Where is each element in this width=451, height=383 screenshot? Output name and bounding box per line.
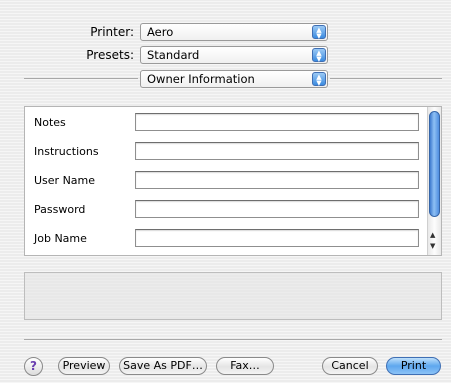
password-label: Password — [34, 203, 86, 216]
section-popup[interactable]: Owner Information ▲ ▼ — [140, 70, 328, 88]
scroll-up-arrow-icon[interactable]: ▲ — [430, 231, 435, 239]
printer-popup[interactable]: Aero ▲ ▼ — [140, 23, 328, 41]
user-name-label: User Name — [34, 174, 96, 187]
presets-popup[interactable]: Standard ▲ ▼ — [140, 46, 328, 64]
password-field[interactable] — [135, 200, 419, 218]
panel-scrollbar[interactable]: ▲ ▼ — [427, 107, 441, 255]
save-as-pdf-button[interactable]: Save As PDF… — [119, 357, 207, 375]
job-name-label: Job Name — [34, 232, 87, 245]
notes-label: Notes — [34, 116, 66, 129]
printer-label: Printer: — [90, 25, 134, 39]
notes-field[interactable] — [135, 113, 419, 131]
section-value: Owner Information — [147, 72, 255, 86]
preview-button[interactable]: Preview — [58, 357, 110, 375]
presets-value: Standard — [147, 48, 200, 62]
print-button[interactable]: Print — [386, 357, 441, 375]
scroll-down-arrow-icon[interactable]: ▼ — [430, 242, 435, 250]
updown-arrows-icon: ▲ ▼ — [312, 25, 326, 40]
section-separator-right — [330, 78, 442, 79]
updown-arrows-icon: ▲ ▼ — [312, 48, 326, 63]
updown-arrows-icon: ▲ ▼ — [312, 72, 326, 87]
printer-value: Aero — [147, 25, 174, 39]
fax-button[interactable]: Fax… — [216, 357, 274, 375]
cancel-button[interactable]: Cancel — [322, 357, 378, 375]
scrollbar-thumb[interactable] — [429, 111, 440, 217]
help-icon[interactable]: ? — [24, 357, 43, 376]
job-name-field[interactable] — [135, 229, 419, 247]
user-name-field[interactable] — [135, 171, 419, 189]
owner-info-panel: Notes Instructions User Name Password Jo… — [24, 106, 442, 256]
section-separator-left — [24, 78, 138, 79]
instructions-field[interactable] — [135, 142, 419, 160]
bottom-separator — [24, 339, 442, 340]
presets-label: Presets: — [86, 48, 134, 62]
empty-info-panel — [24, 272, 442, 320]
instructions-label: Instructions — [34, 145, 99, 158]
